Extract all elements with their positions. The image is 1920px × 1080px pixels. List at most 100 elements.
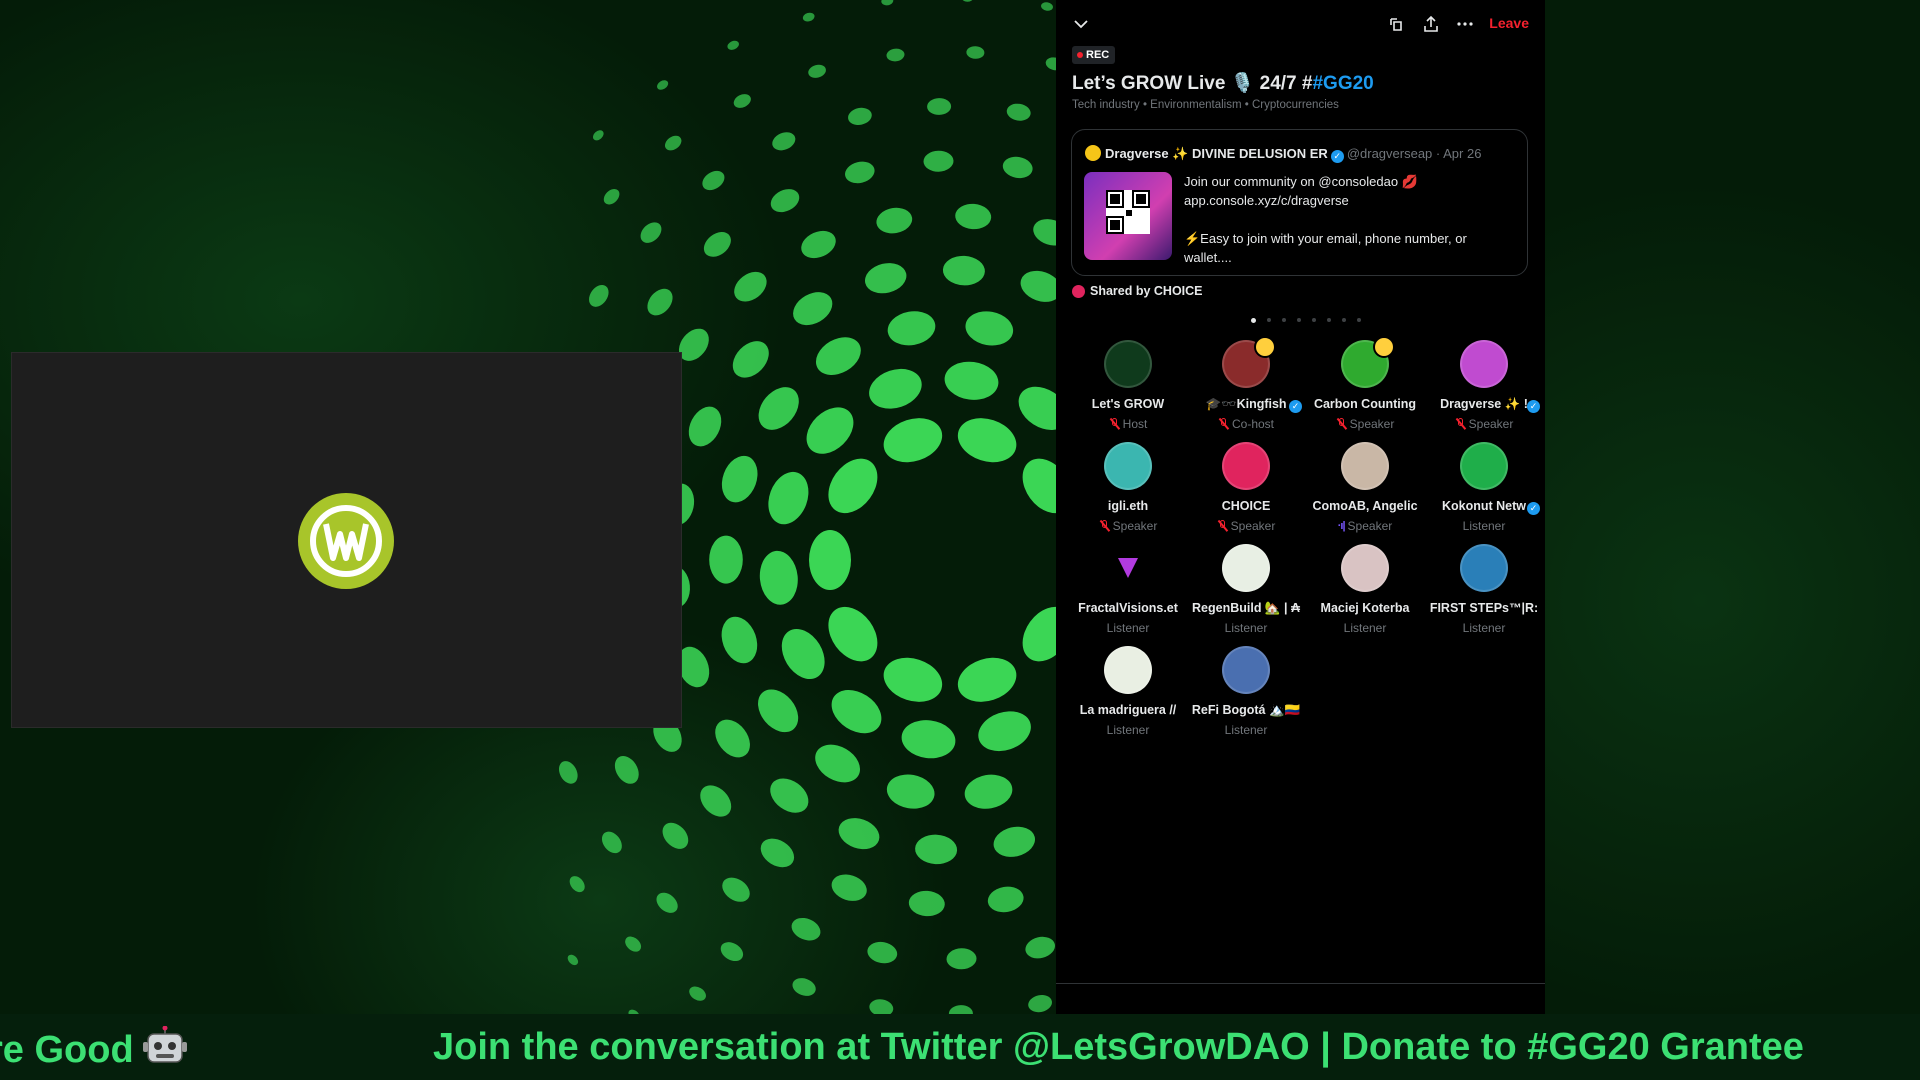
participant[interactable]: FractalVisions.et Listener [1069,544,1187,635]
avatar[interactable] [1222,544,1270,592]
participant-name: ComoAB, Angelic [1312,499,1418,513]
participant[interactable]: ComoAB, Angelic ·ı| Speaker [1306,442,1424,533]
video-tile [11,352,682,728]
carousel-pager [1251,317,1361,323]
participant[interactable]: ReFi Bogotá 🏔️🇨🇴 Listener [1187,646,1305,737]
participant-role: Listener [1425,519,1543,533]
post-avatar [1085,145,1101,161]
leave-button[interactable]: Leave [1489,15,1529,31]
chevron-down-icon[interactable] [1070,13,1092,35]
participant-name: Kokonut Netw [1441,499,1527,513]
role-label: Speaker [1468,417,1514,431]
avatar[interactable] [1222,336,1276,388]
participant-name: Let's GROW [1091,397,1165,411]
post-header: Dragverse ✨ DIVINE DELUSION ER ✓ @dragvers… [1085,145,1525,163]
brand-logo [298,493,394,589]
participant[interactable]: Carbon Counting Speaker [1306,336,1424,431]
participant-role: Speaker [1069,519,1187,533]
participant-role: Co-host [1187,417,1305,431]
participant[interactable]: La madriguera // Listener [1069,646,1187,737]
avatar[interactable] [1460,340,1508,388]
participant-role: Listener [1425,621,1543,635]
avatar[interactable] [1460,544,1508,592]
avatar[interactable] [1341,544,1389,592]
participant-role: Listener [1069,621,1187,635]
post-separator: · [1432,146,1444,161]
avatar[interactable] [1104,544,1152,592]
raised-hand-icon [1254,336,1276,358]
role-label: Host [1122,417,1148,431]
avatar[interactable] [1460,442,1508,490]
space-title-text: Let’s GROW Live 🎙️ 24/7 # [1072,73,1313,94]
post-handle: @dragverseap [1346,146,1433,161]
participant-name: CHOICE [1221,499,1271,513]
role-label: Listener [1106,723,1150,737]
participant[interactable]: RegenBuild 🏡 | ₳ Listener [1187,544,1305,635]
participant[interactable]: Kokonut Netw ✓ Listener [1425,442,1543,533]
avatar[interactable] [1104,646,1152,694]
space-title: Let’s GROW Live 🎙️ 24/7 ##GG20 [1072,71,1374,95]
avatar[interactable] [1104,442,1152,490]
verified-icon: ✓ [1330,150,1344,163]
verified-icon: ✓ [1289,400,1302,413]
verified-icon: ✓ [1527,400,1540,413]
verified-icon: ✓ [1527,502,1540,515]
avatar[interactable] [1222,646,1270,694]
participant-role: Host [1069,417,1187,431]
ticker-main-text: Join the conversation at Twitter @LetsGr… [433,1026,1804,1068]
participant[interactable]: CHOICE Speaker [1187,442,1305,533]
participant-role: Speaker [1425,417,1543,431]
mic-muted-icon [1109,418,1120,430]
panel-topbar: Leave [1056,0,1545,48]
mic-muted-icon [1455,418,1466,430]
participant-role: Listener [1187,621,1305,635]
participant-role: ·ı| Speaker [1306,519,1424,533]
avatar[interactable] [1341,442,1389,490]
shared-by: Shared by CHOICE [1072,284,1203,298]
role-label: Listener [1462,519,1506,533]
role-label: Speaker [1230,519,1276,533]
shared-by-label: Shared by CHOICE [1090,284,1203,298]
post-body: Join our community on @consoledao 💋 app.… [1184,172,1519,267]
participant-name: igli.eth [1107,499,1149,513]
role-label: Speaker [1347,519,1393,533]
participant[interactable]: FIRST STEPs™|R: Listener [1425,544,1543,635]
avatar[interactable] [1104,340,1152,388]
participant-role: Listener [1187,723,1305,737]
post-line-2[interactable]: app.console.xyz/c/dragverse [1184,191,1519,210]
avatar[interactable] [1222,442,1270,490]
role-label: Co-host [1231,417,1275,431]
mic-muted-icon [1218,418,1229,430]
post-author[interactable]: Dragverse ✨ DIVINE DELUSION ER [1105,146,1328,161]
participant[interactable]: Let's GROW Host [1069,340,1187,431]
role-label: Listener [1343,621,1387,635]
participant-name: La madriguera // [1079,703,1177,717]
post-line-4: wallet.... [1184,250,1232,265]
role-label: Listener [1462,621,1506,635]
share-icon[interactable] [1420,13,1442,35]
ticker-left-text: re Good [0,1029,134,1071]
post-date: Apr 26 [1443,146,1482,161]
role-label: Listener [1224,621,1268,635]
rec-badge: REC [1072,46,1116,64]
participant[interactable]: 🎓🕶️Kingfish ✓ Co-host [1187,336,1305,431]
ticker-bar: re Good Join the conversation at Twitter… [0,1014,1920,1080]
participant[interactable]: igli.eth Speaker [1069,442,1187,533]
participant-name: Maciej Koterba [1320,601,1410,615]
participant-role: Speaker [1306,417,1424,431]
mic-muted-icon [1336,418,1347,430]
record-dot-icon [1077,52,1083,58]
more-icon[interactable] [1454,13,1476,35]
pip-icon[interactable] [1386,13,1408,35]
avatar[interactable] [1341,336,1395,388]
role-label: Listener [1224,723,1268,737]
pinned-post-card[interactable]: Dragverse ✨ DIVINE DELUSION ER ✓ @dragvers… [1071,129,1528,276]
participant[interactable]: Dragverse ✨ ! ✓ Speaker [1425,340,1543,431]
role-label: Listener [1106,621,1150,635]
participant-name: Dragverse ✨ ! [1440,397,1528,411]
ticker-left: re Good [0,1025,188,1072]
panel-divider [1056,983,1545,984]
qr-code-image [1084,172,1172,260]
space-hashtag[interactable]: #GG20 [1312,73,1373,94]
participant[interactable]: Maciej Koterba Listener [1306,544,1424,635]
